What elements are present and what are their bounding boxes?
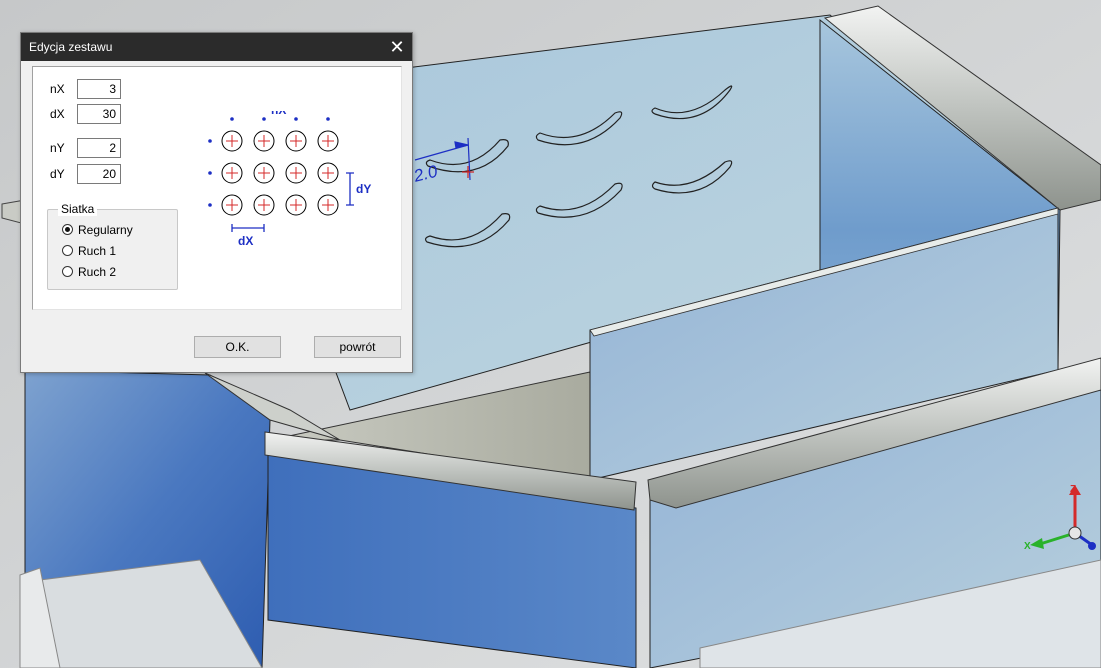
field-nx-input[interactable] (77, 79, 121, 99)
field-dx-label: dX (50, 107, 65, 121)
set-edit-dialog: Edycja zestawu ✕ nX dX nY dY Siatka Regu… (20, 32, 413, 373)
field-nx-label: nX (50, 82, 65, 96)
radio-move-2-label: Ruch 2 (78, 265, 117, 279)
radio-move-1-label: Ruch 1 (78, 244, 117, 258)
field-ny-input[interactable] (77, 138, 121, 158)
dialog-title: Edycja zestawu (29, 40, 113, 54)
field-dx-input[interactable] (77, 104, 121, 124)
back-button[interactable]: powrót (314, 336, 401, 358)
svg-text:X: X (1024, 541, 1031, 552)
radio-regular-label: Regularny (78, 223, 133, 237)
ok-button[interactable]: O.K. (194, 336, 281, 358)
field-dy-label: dY (50, 167, 65, 181)
scheme-dx-label: dX (238, 234, 253, 248)
parameters-panel: nX dX nY dY Siatka Regularny Ruch 1 (32, 66, 402, 310)
grid-type-title: Siatka (58, 202, 98, 216)
grid-type-group: Siatka Regularny Ruch 1 Ruch 2 (47, 202, 178, 290)
scheme-dy-label: dY (356, 182, 371, 196)
dialog-titlebar[interactable]: Edycja zestawu ✕ (21, 33, 412, 61)
close-icon[interactable]: ✕ (382, 33, 412, 61)
field-dy-input[interactable] (77, 164, 121, 184)
radio-move-2-indicator[interactable] (62, 266, 73, 277)
svg-text:Z: Z (1070, 484, 1076, 495)
grid-scheme-diagram: nX nY dX dY (186, 103, 403, 256)
field-ny-label: nY (50, 141, 65, 155)
radio-regular-indicator[interactable] (62, 224, 73, 235)
radio-move-1-indicator[interactable] (62, 245, 73, 256)
scheme-nx-label: nX (271, 111, 286, 117)
